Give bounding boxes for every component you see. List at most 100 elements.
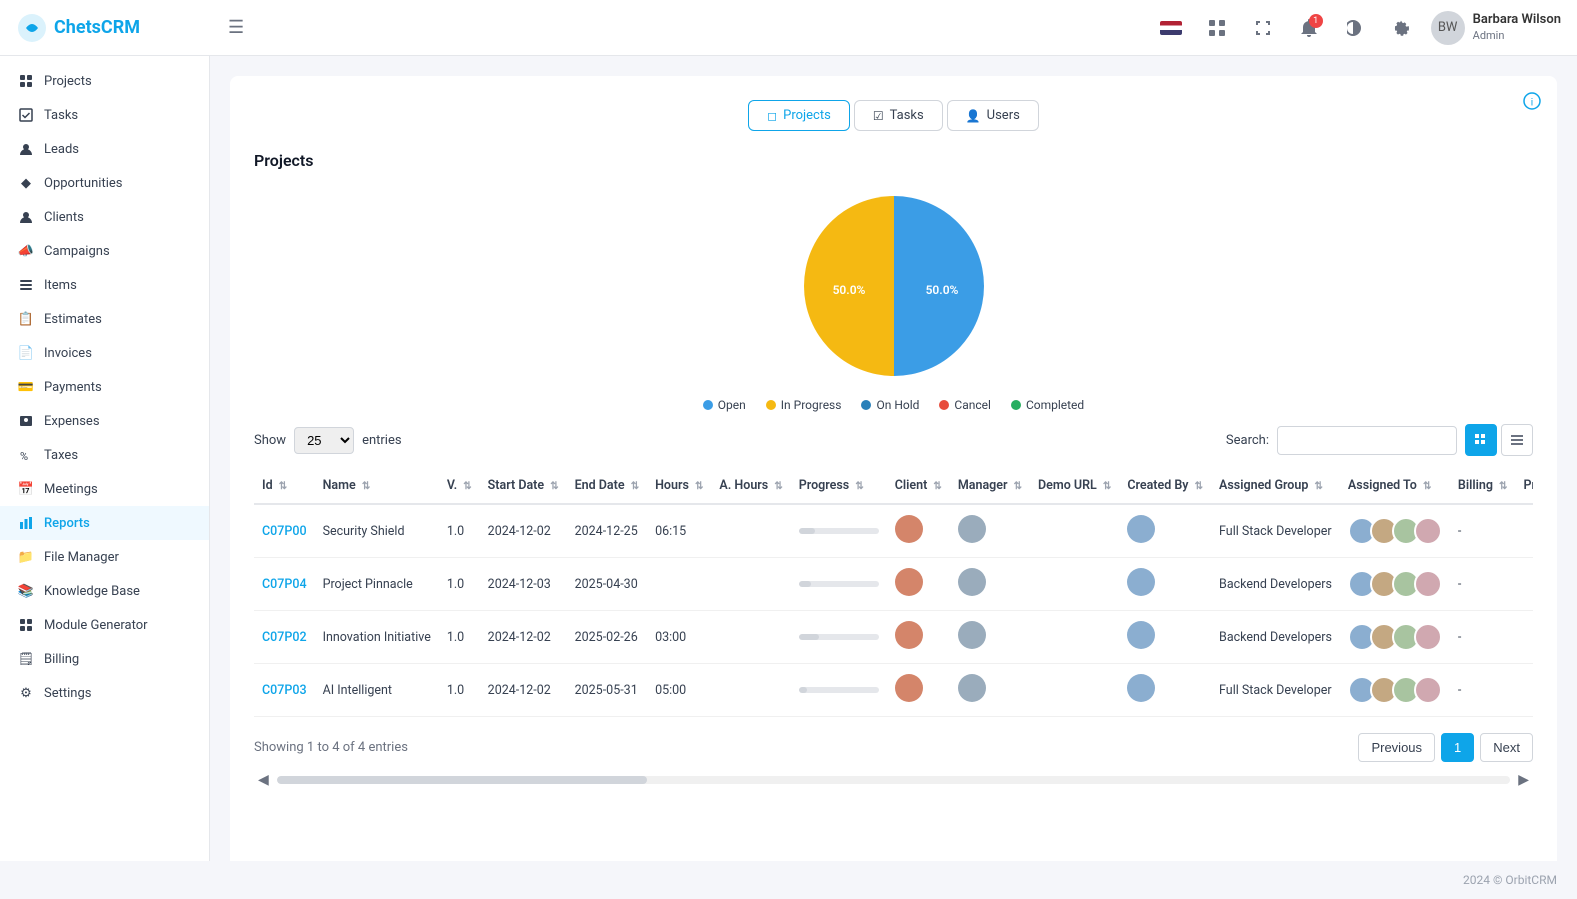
svg-text:i: i bbox=[1531, 98, 1533, 109]
cell-assigned-group: Backend Developers bbox=[1211, 558, 1340, 611]
settings-gear-icon[interactable] bbox=[1385, 12, 1417, 44]
sidebar-item-campaigns[interactable]: 📣 Campaigns bbox=[0, 234, 209, 268]
sidebar-label-file-manager: File Manager bbox=[44, 550, 119, 565]
sidebar-item-tasks[interactable]: Tasks bbox=[0, 98, 209, 132]
knowledge-base-icon: 📚 bbox=[18, 583, 34, 599]
tab-users[interactable]: 👤 Users bbox=[947, 100, 1039, 131]
cell-id[interactable]: C07P03 bbox=[254, 664, 315, 717]
settings-icon: ⚙ bbox=[18, 685, 34, 701]
cell-created-by bbox=[1119, 611, 1211, 664]
cell-progress bbox=[791, 664, 887, 717]
cell-version: 1.0 bbox=[439, 611, 480, 664]
table-view-button[interactable] bbox=[1501, 424, 1533, 456]
cell-price bbox=[1515, 664, 1533, 717]
table-header-row: Id ⇅ Name ⇅ V. ⇅ Start Date ⇅ End Date ⇅… bbox=[254, 468, 1533, 504]
sidebar: Projects Tasks Leads ◆ Opportunities Cli… bbox=[0, 56, 210, 861]
legend-cancel-dot bbox=[939, 400, 949, 410]
scroll-thumb bbox=[277, 776, 647, 784]
sidebar-item-reports[interactable]: Reports bbox=[0, 506, 209, 540]
flag-icon[interactable] bbox=[1155, 12, 1187, 44]
tab-users-label: Users bbox=[987, 108, 1020, 123]
cell-hours: 03:00 bbox=[647, 611, 711, 664]
pagination: Previous 1 Next bbox=[1358, 733, 1533, 762]
cell-name: Project Pinnacle bbox=[315, 558, 439, 611]
cell-end-date: 2025-04-30 bbox=[567, 558, 647, 611]
col-price: Price ⇅ bbox=[1515, 468, 1533, 504]
reports-icon bbox=[18, 515, 34, 531]
file-manager-icon: 📁 bbox=[18, 549, 34, 565]
cell-client bbox=[887, 558, 950, 611]
projects-icon bbox=[18, 73, 34, 89]
next-button[interactable]: Next bbox=[1480, 733, 1533, 762]
show-entries-select[interactable]: 25 10 50 100 bbox=[294, 427, 354, 454]
sidebar-item-taxes[interactable]: % Taxes bbox=[0, 438, 209, 472]
show-entries: Show 25 10 50 100 entries bbox=[254, 427, 402, 454]
table-row: C07P03 AI Intelligent 1.0 2024-12-02 202… bbox=[254, 664, 1533, 717]
table-row: C07P02 Innovation Initiative 1.0 2024-12… bbox=[254, 611, 1533, 664]
sidebar-item-invoices[interactable]: 📄 Invoices bbox=[0, 336, 209, 370]
search-input[interactable] bbox=[1277, 426, 1457, 455]
dark-mode-icon[interactable] bbox=[1339, 12, 1371, 44]
col-v: V. ⇅ bbox=[439, 468, 480, 504]
legend-in-progress-label: In Progress bbox=[781, 398, 842, 412]
scroll-track[interactable] bbox=[277, 776, 1510, 784]
cell-manager bbox=[950, 611, 1030, 664]
cell-id[interactable]: C07P00 bbox=[254, 504, 315, 558]
cell-id[interactable]: C07P04 bbox=[254, 558, 315, 611]
sidebar-item-leads[interactable]: Leads bbox=[0, 132, 209, 166]
sidebar-item-meetings[interactable]: 📅 Meetings bbox=[0, 472, 209, 506]
sidebar-item-projects[interactable]: Projects bbox=[0, 64, 209, 98]
cell-manager bbox=[950, 664, 1030, 717]
cell-end-date: 2024-12-25 bbox=[567, 504, 647, 558]
sidebar-item-settings[interactable]: ⚙ Settings bbox=[0, 676, 209, 710]
sidebar-item-opportunities[interactable]: ◆ Opportunities bbox=[0, 166, 209, 200]
app-name: ChetsCRM bbox=[54, 17, 140, 38]
scroll-left-arrow[interactable]: ◀ bbox=[254, 770, 273, 790]
cell-version: 1.0 bbox=[439, 504, 480, 558]
tab-tasks[interactable]: ☑ Tasks bbox=[854, 100, 943, 131]
cell-a-hours bbox=[711, 611, 790, 664]
legend-in-progress-dot bbox=[766, 400, 776, 410]
previous-button[interactable]: Previous bbox=[1358, 733, 1435, 762]
hamburger-button[interactable]: ☰ bbox=[228, 17, 244, 38]
apps-grid-icon[interactable] bbox=[1201, 12, 1233, 44]
notification-icon[interactable]: 1 bbox=[1293, 12, 1325, 44]
campaigns-icon: 📣 bbox=[18, 243, 34, 259]
page-title: Projects bbox=[254, 151, 1533, 170]
sidebar-item-knowledge-base[interactable]: 📚 Knowledge Base bbox=[0, 574, 209, 608]
legend-cancel-label: Cancel bbox=[954, 398, 991, 412]
cell-price bbox=[1515, 558, 1533, 611]
legend-open-label: Open bbox=[718, 398, 746, 412]
sidebar-item-payments[interactable]: 💳 Payments bbox=[0, 370, 209, 404]
layout: Projects Tasks Leads ◆ Opportunities Cli… bbox=[0, 56, 1577, 861]
sidebar-item-billing[interactable]: 🗒 Billing bbox=[0, 642, 209, 676]
sidebar-item-module-generator[interactable]: Module Generator bbox=[0, 608, 209, 642]
col-billing: Billing ⇅ bbox=[1450, 468, 1516, 504]
cell-a-hours bbox=[711, 504, 790, 558]
user-menu[interactable]: BW Barbara Wilson Admin bbox=[1431, 11, 1561, 45]
app-logo[interactable]: ChetsCRM bbox=[16, 12, 216, 44]
sidebar-label-payments: Payments bbox=[44, 380, 102, 395]
sidebar-item-clients[interactable]: Clients bbox=[0, 200, 209, 234]
sidebar-item-expenses[interactable]: Expenses bbox=[0, 404, 209, 438]
cell-id[interactable]: C07P02 bbox=[254, 611, 315, 664]
sidebar-item-items[interactable]: Items bbox=[0, 268, 209, 302]
col-start-date: Start Date ⇅ bbox=[480, 468, 567, 504]
tab-projects[interactable]: ◻ Projects bbox=[748, 100, 850, 131]
cell-hours bbox=[647, 558, 711, 611]
notification-badge: 1 bbox=[1309, 14, 1323, 28]
fullscreen-icon[interactable] bbox=[1247, 12, 1279, 44]
cell-price bbox=[1515, 611, 1533, 664]
sidebar-item-estimates[interactable]: 📋 Estimates bbox=[0, 302, 209, 336]
taxes-icon: % bbox=[18, 447, 34, 463]
table-footer: Showing 1 to 4 of 4 entries Previous 1 N… bbox=[254, 733, 1533, 762]
cell-assigned-to bbox=[1340, 558, 1450, 611]
scroll-right-arrow[interactable]: ▶ bbox=[1514, 770, 1533, 790]
cell-progress bbox=[791, 504, 887, 558]
grid-view-button[interactable] bbox=[1465, 424, 1497, 456]
page-1-button[interactable]: 1 bbox=[1441, 733, 1474, 762]
tab-tasks-icon: ☑ bbox=[873, 109, 884, 123]
sidebar-item-file-manager[interactable]: 📁 File Manager bbox=[0, 540, 209, 574]
info-icon[interactable]: i bbox=[1523, 92, 1541, 114]
sidebar-label-knowledge-base: Knowledge Base bbox=[44, 584, 140, 599]
